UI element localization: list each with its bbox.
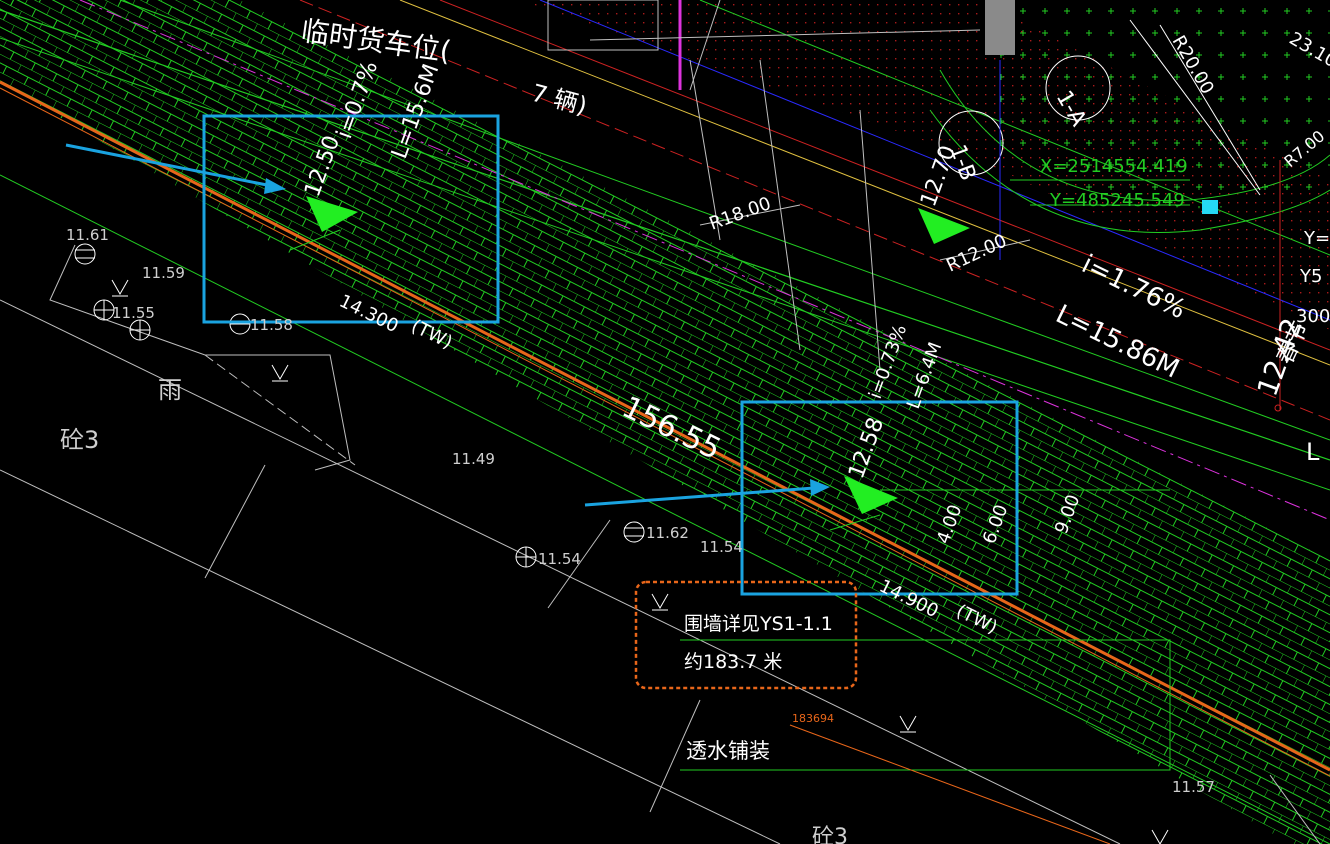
radius-label-r18: R18.00 xyxy=(707,193,774,235)
spot-marker xyxy=(515,546,537,568)
corner-y-label: Y= xyxy=(1303,228,1330,249)
coordinate-y: Y=485245.549 xyxy=(1049,190,1185,211)
spot-elevation: 11.54 xyxy=(538,550,581,568)
radius-label-r12: R12.00 xyxy=(943,230,1010,276)
cloud-note-line2: 约183.7 米 xyxy=(684,651,782,673)
spot-elevation: 11.57 xyxy=(1172,778,1215,796)
spot-elevation: 11.55 xyxy=(112,304,155,322)
spot-elevation: 11.59 xyxy=(142,264,185,282)
spot-marker xyxy=(623,521,645,543)
reference-code: 183694 xyxy=(792,712,834,725)
spot-elevation: 11.54 xyxy=(700,538,743,556)
rain-label: 雨 xyxy=(158,376,182,404)
cad-drawing-canvas[interactable]: 临时货车位( 7 辆) i=0.7% L=15.6M 12.50 14.300 … xyxy=(0,0,1330,844)
permeable-paving-label: 透水铺装 xyxy=(686,739,770,763)
cloud-note-line1: 围墙详见YS1-1.1 xyxy=(684,613,833,635)
coordinate-x: X=2514554.419 xyxy=(1040,156,1188,177)
parking-count-label: 7 辆) xyxy=(528,79,590,121)
spot-elevation: 11.49 xyxy=(452,450,495,468)
concrete-label-bottom: 砼3 xyxy=(812,825,848,844)
spot-marker xyxy=(74,243,96,265)
spot-marker xyxy=(93,299,115,321)
spot-elevation: 11.62 xyxy=(646,524,689,542)
spot-marker xyxy=(129,319,151,341)
concrete-label: 砼3 xyxy=(60,426,99,454)
corner-y5-label: Y5 xyxy=(1299,266,1322,287)
spot-elevation: 11.61 xyxy=(66,226,109,244)
spot-marker xyxy=(229,313,251,335)
corner-l-label: L xyxy=(1306,438,1320,466)
spot-elevation: 11.58 xyxy=(250,316,293,334)
